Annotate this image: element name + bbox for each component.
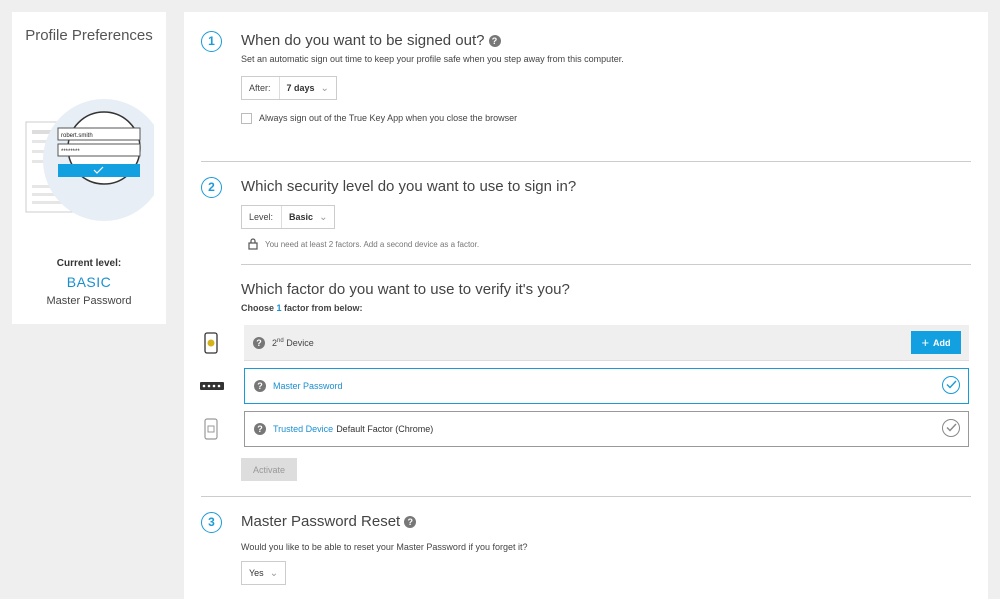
section3-description: Would you like to be able to reset your … xyxy=(241,542,528,552)
section3-title: Master Password Reset? xyxy=(241,513,417,530)
preferences-panel: 1 When do you want to be signed out?? Se… xyxy=(184,12,988,599)
activate-button[interactable]: Activate xyxy=(241,458,297,481)
trusted-device-icon xyxy=(204,418,218,440)
factor-label: Trusted Device xyxy=(273,424,334,434)
factor-label-rest: Device xyxy=(283,337,314,348)
password-dots-icon xyxy=(200,382,224,390)
help-icon[interactable]: ? xyxy=(404,516,417,528)
signout-time-select[interactable]: After: 7 days ⌄ xyxy=(241,76,337,100)
factor-label: Master Password xyxy=(273,381,343,391)
section3-title-text: Master Password Reset xyxy=(241,513,401,530)
always-signout-label: Always sign out of the True Key App when… xyxy=(259,113,518,123)
chevron-down-icon: ⌄ xyxy=(269,567,279,579)
check-circle-icon xyxy=(942,376,960,394)
section2-title: Which security level do you want to use … xyxy=(241,178,577,195)
phone-icon xyxy=(204,332,218,354)
add-label: Add xyxy=(933,337,951,348)
factor-extra: Default Factor (Chrome) xyxy=(336,424,434,434)
step-2-badge: 2 xyxy=(201,177,222,198)
factor-row-second-device[interactable]: ? 2nd Device + Add xyxy=(244,325,969,361)
factor-title: Which factor do you want to use to verif… xyxy=(241,281,570,298)
lock-icon xyxy=(248,238,258,250)
factor-label: 2nd Device xyxy=(272,338,314,348)
current-factor: Master Password xyxy=(46,295,132,307)
profile-sidebar: Profile Preferences robert.smith *******… xyxy=(12,12,166,324)
divider xyxy=(201,496,971,497)
chevron-down-icon: ⌄ xyxy=(319,211,328,223)
add-device-button[interactable]: + Add xyxy=(911,331,961,354)
factor-row-master-password[interactable]: ? Master Password xyxy=(244,368,969,404)
divider xyxy=(201,161,971,162)
reset-select-value: Yes xyxy=(249,568,264,578)
always-signout-checkbox[interactable] xyxy=(241,113,252,124)
level-select-label: Level: xyxy=(242,206,283,228)
step-3-badge: 3 xyxy=(201,512,222,533)
choose-prefix: Choose xyxy=(241,303,277,313)
login-illustration: robert.smith ******** xyxy=(25,99,154,221)
help-icon[interactable]: ? xyxy=(254,380,266,392)
sidebar-title: Profile Preferences xyxy=(25,27,153,44)
section1-title: When do you want to be signed out?? xyxy=(241,32,501,49)
check-circle-icon xyxy=(942,419,960,437)
signout-select-value: 7 days xyxy=(286,83,315,93)
signout-select-label: After: xyxy=(242,77,280,99)
section1-title-text: When do you want to be signed out? xyxy=(241,32,485,49)
help-icon[interactable]: ? xyxy=(488,35,501,47)
step-1-badge: 1 xyxy=(201,31,222,52)
plus-icon: + xyxy=(921,335,930,350)
chevron-down-icon: ⌄ xyxy=(320,82,329,94)
illustration-password: ******** xyxy=(61,149,80,155)
security-level-select[interactable]: Level: Basic ⌄ xyxy=(241,205,336,229)
current-level-value: BASIC xyxy=(66,274,112,290)
choose-factor-text: Choose 1 factor from below: xyxy=(241,303,363,313)
divider xyxy=(241,264,971,265)
section1-description: Set an automatic sign out time to keep y… xyxy=(241,54,624,64)
illustration-username: robert.smith xyxy=(61,133,93,139)
choose-suffix: factor from below: xyxy=(281,303,363,313)
security-notice: You need at least 2 factors. Add a secon… xyxy=(265,240,480,249)
factor-label-suffix: nd xyxy=(277,337,284,344)
password-reset-select[interactable]: Yes ⌄ xyxy=(241,561,287,585)
factor-row-trusted-device[interactable]: ? Trusted Device Default Factor (Chrome) xyxy=(244,411,969,447)
help-icon[interactable]: ? xyxy=(253,336,265,349)
level-select-value: Basic xyxy=(289,212,314,222)
current-level-label: Current level: xyxy=(56,258,122,269)
help-icon[interactable]: ? xyxy=(254,423,266,435)
